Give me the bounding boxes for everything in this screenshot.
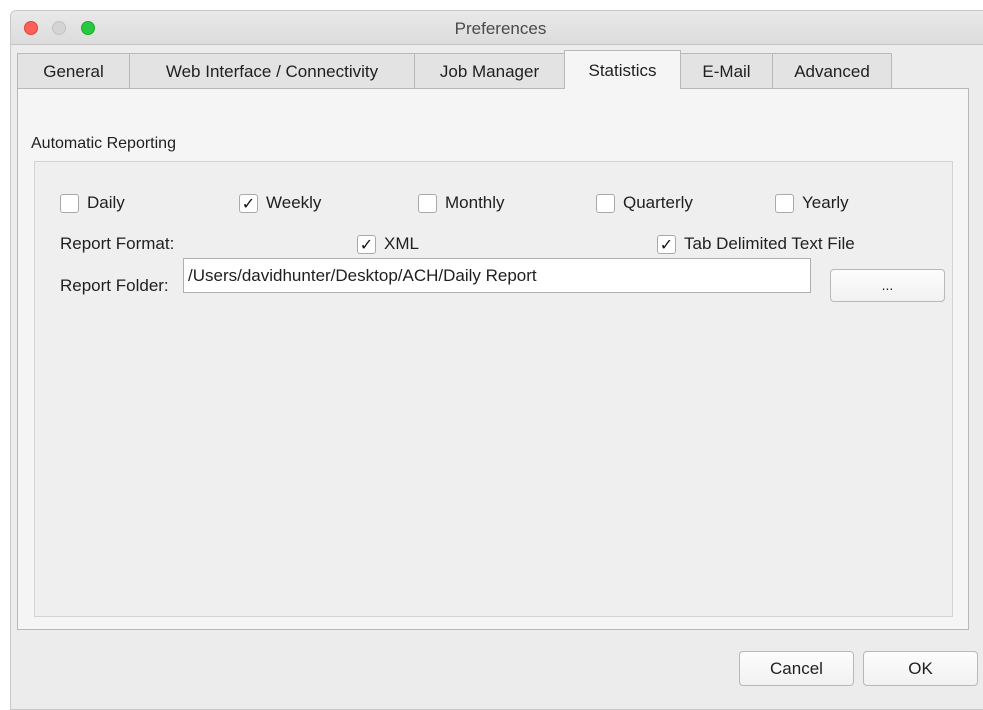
cancel-button[interactable]: Cancel [739,651,854,686]
window-title: Preferences [454,19,547,38]
tab-delimited-checkbox[interactable]: ✓ [657,235,676,254]
tab-delimited-label: Tab Delimited Text File [684,234,855,253]
tab-general[interactable]: General [17,53,130,88]
weekly-label: Weekly [266,193,322,212]
tab-job-manager[interactable]: Job Manager [414,53,565,88]
automatic-reporting-label: Automatic Reporting [31,135,176,152]
monthly-label: Monthly [445,193,505,212]
daily-label: Daily [87,193,125,212]
quarterly-checkbox[interactable] [596,194,615,213]
daily-checkbox[interactable] [60,194,79,213]
yearly-label: Yearly [802,193,849,212]
tab-statistics[interactable]: Statistics [564,50,681,89]
tab-advanced[interactable]: Advanced [772,53,892,88]
report-format-label: Report Format: [60,234,175,253]
tab-web-interface-connectivity[interactable]: Web Interface / Connectivity [129,53,415,88]
report-folder-input[interactable]: /Users/davidhunter/Desktop/ACH/Daily Rep… [183,258,811,293]
weekly-checkbox[interactable]: ✓ [239,194,258,213]
xml-checkbox[interactable]: ✓ [357,235,376,254]
ok-button[interactable]: OK [863,651,978,686]
quarterly-label: Quarterly [623,193,693,212]
title-bar[interactable]: Preferences [11,11,983,45]
automatic-reporting-group [34,161,953,617]
monthly-checkbox[interactable] [418,194,437,213]
yearly-checkbox[interactable] [775,194,794,213]
xml-label: XML [384,234,419,253]
browse-folder-button[interactable]: ... [830,269,945,302]
tab-email[interactable]: E-Mail [680,53,773,88]
report-folder-label: Report Folder: [60,276,169,295]
